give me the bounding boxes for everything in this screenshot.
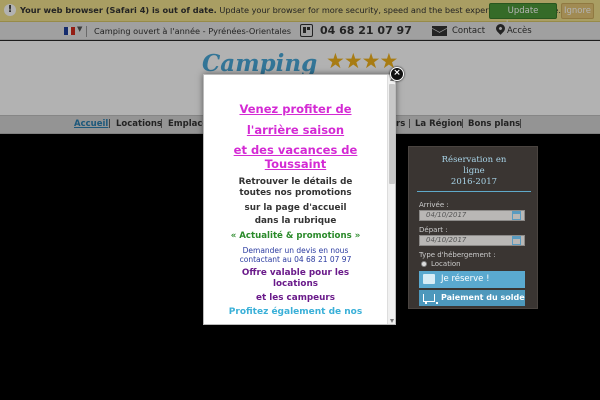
pay-balance-label: Paiement du solde — [441, 293, 525, 302]
calendar-icon[interactable] — [512, 236, 521, 245]
reservation-widget: Réservation en ligne 2016-2017 Arrivée :… — [408, 146, 538, 309]
promo-popup: Venez profiter de l'arrière saison et de… — [203, 74, 396, 325]
popup-content: Venez profiter de l'arrière saison et de… — [204, 75, 387, 324]
popup-body-line4: dans la rubrique — [254, 216, 337, 226]
popup-rubric[interactable]: « Actualité & promotions » — [204, 231, 387, 241]
popup-title-line3: et des vacances de — [233, 143, 358, 157]
departure-date-input[interactable]: 04/10/2017 — [419, 235, 525, 246]
departure-label: Départ : — [419, 226, 448, 234]
location-radio[interactable] — [421, 261, 427, 267]
cart-icon — [423, 294, 438, 304]
close-popup-button[interactable]: × — [390, 67, 404, 81]
scroll-down-icon[interactable] — [390, 319, 394, 323]
calendar-icon[interactable] — [512, 211, 521, 220]
suitcase-icon — [423, 274, 435, 284]
popup-title-line1: Venez profiter de — [239, 102, 352, 116]
popup-body-line1: Retrouver le détails de — [238, 177, 353, 187]
scroll-thumb[interactable] — [389, 84, 395, 184]
location-radio-label: Location — [431, 260, 461, 268]
reservation-title: Réservation en ligne 2016-2017 — [409, 155, 539, 188]
accommodation-type-label: Type d'hébergement : — [419, 251, 496, 259]
popup-offer-line1: Offre valable pour les — [241, 268, 350, 278]
popup-also: Profitez également de nos — [228, 307, 363, 317]
divider — [417, 191, 531, 192]
popup-title-line2: l'arrière saison — [246, 123, 345, 137]
popup-quote-line2: contactant au 04 68 21 07 97 — [239, 255, 352, 264]
pay-balance-button[interactable]: Paiement du solde — [419, 290, 525, 306]
reservation-title-line2: ligne — [463, 166, 485, 176]
reservation-title-line1: Réservation en — [441, 155, 507, 165]
popup-quote-line1: Demander un devis en nous — [242, 246, 349, 255]
arrival-date-input[interactable]: 04/10/2017 — [419, 210, 525, 221]
reservation-season: 2016-2017 — [450, 177, 498, 187]
popup-scrollbar[interactable] — [387, 75, 395, 324]
popup-offer-line3: et les campeurs — [256, 293, 335, 303]
reserve-button[interactable]: Je réserve ! — [419, 271, 525, 288]
arrival-label: Arrivée : — [419, 201, 449, 209]
reserve-button-label: Je réserve ! — [441, 274, 490, 284]
popup-body-line3: sur la page d'accueil — [244, 203, 347, 213]
popup-title-line4: Toussaint — [264, 157, 327, 171]
popup-body-line2: toutes nos promotions — [239, 188, 352, 198]
popup-offer-line2: locations — [273, 279, 318, 289]
